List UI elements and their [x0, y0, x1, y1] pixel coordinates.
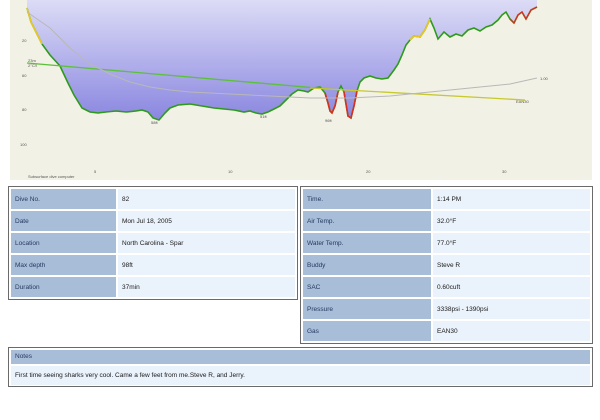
y-tick: 20 — [22, 38, 27, 43]
table-row: Max depth 98ft — [11, 255, 295, 275]
water-temp-label: Water Temp. — [303, 233, 431, 253]
x-tick: 20 — [366, 169, 371, 174]
table-row: Buddy Steve R — [303, 255, 590, 275]
table-row: SAC 0.60cuft — [303, 277, 590, 297]
dive-profile-chart: 20 60 80 100 5 10 20 30 23m 2°C/l EAN30 … — [10, 0, 592, 180]
pressure-value: 3338psi - 1390psi — [433, 299, 590, 319]
table-row: Water Temp. 77.0°F — [303, 233, 590, 253]
location-label: Location — [11, 233, 116, 253]
location-value: North Carolina - Spar — [118, 233, 295, 253]
time-label: Time. — [303, 189, 431, 209]
x-tick: 10 — [228, 169, 233, 174]
air-temp-label: Air Temp. — [303, 211, 431, 231]
notes-text: First time seeing sharks very cool. Came… — [11, 366, 590, 385]
duration-value: 37min — [118, 277, 295, 297]
table-row: Time. 1:14 PM — [303, 189, 590, 209]
x-tick: 30 — [502, 169, 507, 174]
depth-area — [27, 0, 537, 120]
table-row: Air Temp. 32.0°F — [303, 211, 590, 231]
sac-value: 0.60cuft — [433, 277, 590, 297]
sac-label: SAC — [303, 277, 431, 297]
chart-footer: Subsurface dive computer — [28, 174, 75, 179]
max-depth-label: Max depth — [11, 255, 116, 275]
x-tick: 5 — [94, 169, 97, 174]
table-row: Location North Carolina - Spar — [11, 233, 295, 253]
max-depth-value: 98ft — [118, 255, 295, 275]
dive-no-label: Dive No. — [11, 189, 116, 209]
pressure-label: Pressure — [303, 299, 431, 319]
buddy-value: Steve R — [433, 255, 590, 275]
water-temp-value: 77.0°F — [433, 233, 590, 253]
table-row: Gas EAN30 — [303, 321, 590, 341]
y-tick: 100 — [20, 142, 27, 147]
notes-header: Notes — [11, 350, 590, 364]
gas-value: EAN30 — [433, 321, 590, 341]
notes-panel: Notes First time seeing sharks very cool… — [8, 347, 593, 387]
date-value: Mon Jul 18, 2005 — [118, 211, 295, 231]
date-label: Date — [11, 211, 116, 231]
time-value: 1:14 PM — [433, 189, 590, 209]
y-tick: 60 — [22, 73, 27, 78]
point-label: EAN30 — [516, 99, 529, 104]
table-row: Dive No. 82 — [11, 189, 295, 209]
dive-info-table: Dive No. 82 Date Mon Jul 18, 2005 Locati… — [8, 186, 298, 300]
point-label: 1.00 — [540, 76, 549, 81]
gas-label: Gas — [303, 321, 431, 341]
point-label: 2°C/l — [28, 63, 37, 68]
dive-no-value: 82 — [118, 189, 295, 209]
point-label: 51ft — [260, 114, 268, 119]
buddy-label: Buddy — [303, 255, 431, 275]
dive-conditions-table: Time. 1:14 PM Air Temp. 32.0°F Water Tem… — [300, 186, 593, 344]
table-row: Pressure 3338psi - 1390psi — [303, 299, 590, 319]
point-label: 96ft — [325, 118, 333, 123]
point-label: 58ft — [151, 120, 159, 125]
y-tick: 80 — [22, 107, 27, 112]
air-temp-value: 32.0°F — [433, 211, 590, 231]
table-row: Date Mon Jul 18, 2005 — [11, 211, 295, 231]
duration-label: Duration — [11, 277, 116, 297]
table-row: Duration 37min — [11, 277, 295, 297]
